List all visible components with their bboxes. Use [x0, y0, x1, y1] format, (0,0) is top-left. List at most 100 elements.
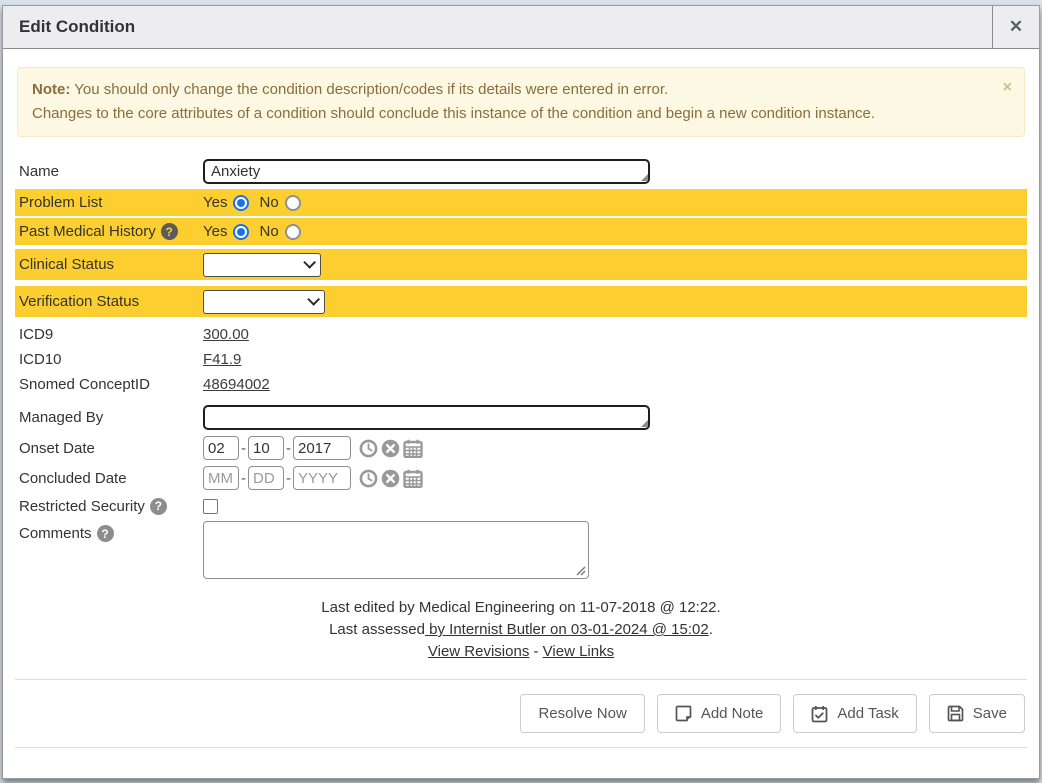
add-note-label: Add Note	[701, 705, 764, 722]
resize-notch-icon	[641, 174, 648, 181]
field-row-concluded-date: Concluded Date - -	[15, 463, 1027, 493]
close-button[interactable]: ✕	[992, 6, 1039, 48]
close-icon: ✕	[1009, 17, 1023, 37]
field-row-managed-by: Managed By	[15, 401, 1027, 433]
dialog-title: Edit Condition	[3, 6, 992, 48]
name-input[interactable]	[203, 159, 650, 184]
pmh-no-label: No	[259, 223, 278, 240]
field-row-clinical-status: Clinical Status	[15, 249, 1027, 280]
field-row-problem-list: Problem List Yes No	[15, 189, 1027, 216]
concluded-year-input[interactable]	[293, 466, 351, 490]
icd10-label: ICD10	[19, 351, 203, 368]
pmh-yes-label: Yes	[203, 223, 227, 240]
date-separator: -	[241, 440, 246, 457]
past-medical-history-label: Past Medical History	[19, 223, 156, 240]
date-separator: -	[241, 470, 246, 487]
add-task-label: Add Task	[837, 705, 898, 722]
chevron-down-icon	[303, 256, 316, 269]
concluded-day-input[interactable]	[248, 466, 284, 490]
last-edited-text: Last edited by Medical Engineering on 11…	[15, 597, 1027, 619]
resolve-now-button[interactable]: Resolve Now	[520, 694, 644, 733]
restricted-security-checkbox[interactable]	[203, 499, 218, 514]
calendar-icon[interactable]	[403, 469, 423, 488]
problem-list-label: Problem List	[19, 194, 203, 211]
pmh-yes-radio[interactable]	[233, 224, 249, 240]
chevron-down-icon	[307, 293, 320, 306]
calendar-check-icon	[811, 705, 828, 723]
last-assessed-link[interactable]: by Internist Butler on 03-01-2024 @ 15:0…	[425, 621, 709, 638]
icd9-link[interactable]: 300.00	[203, 326, 249, 343]
icd9-label: ICD9	[19, 326, 203, 343]
field-row-restricted-security: Restricted Security ?	[15, 493, 1027, 519]
note-line2: Changes to the core attributes of a cond…	[32, 102, 1010, 126]
snomed-label: Snomed ConceptID	[19, 376, 203, 393]
note-prefix: Note:	[32, 81, 70, 98]
field-row-name: Name	[15, 157, 1027, 185]
clear-date-icon[interactable]	[381, 439, 400, 458]
view-links-link[interactable]: View Links	[543, 643, 614, 660]
note-text: Note: You should only change the conditi…	[32, 78, 1010, 126]
audit-info: Last edited by Medical Engineering on 11…	[15, 597, 1027, 663]
comments-textarea[interactable]	[203, 521, 589, 579]
verification-status-label: Verification Status	[19, 293, 203, 310]
clinical-status-label: Clinical Status	[19, 256, 203, 273]
clinical-status-select[interactable]	[203, 253, 321, 277]
note-icon	[675, 705, 692, 722]
note-line1: You should only change the condition des…	[70, 81, 668, 98]
clear-date-icon[interactable]	[381, 469, 400, 488]
field-row-comments: Comments ?	[15, 521, 1027, 583]
resize-notch-icon	[641, 420, 648, 427]
help-icon[interactable]: ?	[150, 498, 167, 515]
date-separator: -	[286, 470, 291, 487]
concluded-date-label: Concluded Date	[19, 470, 203, 487]
help-icon[interactable]: ?	[97, 525, 114, 542]
comments-label: Comments	[19, 525, 92, 542]
save-button[interactable]: Save	[929, 694, 1025, 733]
action-buttons: Resolve Now Add Note Add Task Save	[3, 680, 1039, 733]
onset-month-input[interactable]	[203, 436, 239, 460]
snomed-link[interactable]: 48694002	[203, 376, 270, 393]
resolve-now-label: Resolve Now	[538, 705, 626, 722]
problem-list-no-label: No	[259, 194, 278, 211]
resize-grip-icon[interactable]	[576, 566, 586, 576]
last-assessed-suffix: .	[709, 621, 713, 638]
date-separator: -	[286, 440, 291, 457]
save-icon	[947, 705, 964, 722]
verification-status-select[interactable]	[203, 290, 325, 314]
view-revisions-link[interactable]: View Revisions	[428, 643, 529, 660]
calendar-icon[interactable]	[403, 439, 423, 458]
managed-by-label: Managed By	[19, 409, 203, 426]
onset-year-input[interactable]	[293, 436, 351, 460]
field-row-icd10: ICD10 F41.9	[15, 347, 1027, 372]
onset-date-label: Onset Date	[19, 440, 203, 457]
save-label: Save	[973, 705, 1007, 722]
dismiss-note-button[interactable]: ×	[1003, 76, 1012, 100]
onset-day-input[interactable]	[248, 436, 284, 460]
field-row-past-medical-history: Past Medical History ? Yes No	[15, 218, 1027, 245]
add-task-button[interactable]: Add Task	[793, 694, 916, 733]
note-banner: Note: You should only change the conditi…	[17, 67, 1025, 137]
field-row-snomed: Snomed ConceptID 48694002	[15, 372, 1027, 397]
restricted-security-label: Restricted Security	[19, 498, 145, 515]
last-assessed-text: Last assessed by Internist Butler on 03-…	[15, 619, 1027, 641]
managed-by-input[interactable]	[203, 405, 650, 430]
dialog-titlebar: Edit Condition ✕	[3, 6, 1039, 49]
name-label: Name	[19, 163, 203, 180]
icd10-link[interactable]: F41.9	[203, 351, 241, 368]
last-assessed-prefix: Last assessed	[329, 621, 425, 638]
field-row-verification-status: Verification Status	[15, 286, 1027, 317]
clock-icon[interactable]	[359, 469, 378, 488]
add-note-button[interactable]: Add Note	[657, 694, 782, 733]
pmh-no-radio[interactable]	[285, 224, 301, 240]
concluded-month-input[interactable]	[203, 466, 239, 490]
problem-list-yes-radio[interactable]	[233, 195, 249, 211]
clock-icon[interactable]	[359, 439, 378, 458]
field-row-icd9: ICD9 300.00	[15, 322, 1027, 347]
field-row-onset-date: Onset Date - -	[15, 433, 1027, 463]
bottom-divider	[15, 747, 1027, 748]
problem-list-yes-label: Yes	[203, 194, 227, 211]
edit-condition-dialog: Edit Condition ✕ Note: You should only c…	[2, 5, 1040, 779]
link-separator: -	[529, 643, 542, 660]
problem-list-no-radio[interactable]	[285, 195, 301, 211]
help-icon[interactable]: ?	[161, 223, 178, 240]
